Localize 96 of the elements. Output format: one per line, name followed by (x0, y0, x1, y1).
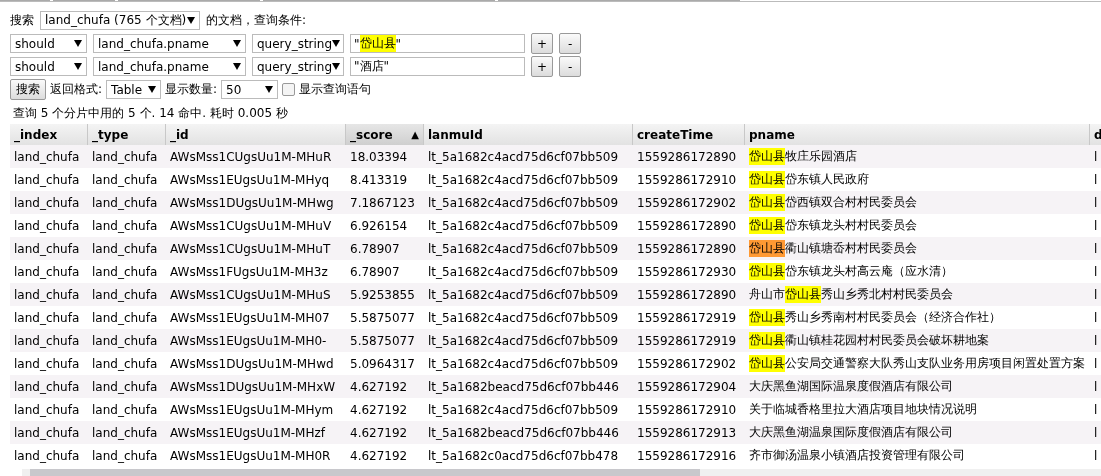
search-button[interactable]: 搜索 (10, 79, 46, 100)
table-cell: l (1090, 191, 1101, 214)
remove-button[interactable]: - (559, 33, 582, 54)
table-cell: l (1090, 237, 1101, 260)
table-cell: land_chufa (10, 329, 88, 352)
index-select[interactable]: land_chufa (765 个文档) (40, 11, 200, 30)
caret-icon (332, 63, 341, 70)
caret-icon (148, 86, 157, 93)
show-query-label: 显示查询语句 (299, 81, 372, 98)
add-button[interactable]: + (531, 56, 554, 77)
caret-icon (265, 86, 274, 93)
table-cell: land_chufa (10, 191, 88, 214)
table-cell: AWsMss1CUgsUu1M-MHuT (166, 237, 346, 260)
query-input[interactable]: "酒店" (350, 57, 525, 76)
table-cell: land_chufa (10, 283, 88, 306)
table-cell: 5.9253855 (346, 283, 424, 306)
table-cell: land_chufa (10, 375, 88, 398)
table-cell: AWsMss1EUgsUu1M-MHzf (166, 421, 346, 444)
table-cell: 岱山县牧庄乐园酒店 (745, 145, 1090, 168)
column-header[interactable]: pname (745, 124, 1090, 145)
table-cell: l (1090, 283, 1101, 306)
table-cell: lt_5a1682c4acd75d6cf07bb509 (424, 237, 633, 260)
table-cell: lt_5a1682beacd75d6cf07bb446 (424, 375, 633, 398)
column-header[interactable]: _index (10, 124, 88, 145)
table-cell: 7.1867123 (346, 191, 424, 214)
table-cell: 岱山县岱西镇双合村村民委员会 (745, 191, 1090, 214)
occur-select[interactable]: should (10, 34, 87, 53)
table-cell: 1559286172890 (633, 283, 745, 306)
table-cell: lt_5a1682c4acd75d6cf07bb509 (424, 329, 633, 352)
size-label: 显示数量: (165, 81, 218, 98)
table-cell: land_chufa (88, 191, 166, 214)
table-cell: 大庆黑鱼湖国际温泉度假酒店有限公司 (745, 375, 1090, 398)
table-cell: land_chufa (88, 145, 166, 168)
table-cell: l (1090, 421, 1101, 444)
table-cell: 1559286172904 (633, 375, 745, 398)
query-type-select[interactable]: query_string (252, 34, 344, 53)
table-cell: land_chufa (10, 237, 88, 260)
caret-icon (187, 17, 195, 24)
table-cell: land_chufa (88, 375, 166, 398)
table-cell: 4.627192 (346, 375, 424, 398)
table-cell: land_chufa (10, 145, 88, 168)
table-cell: AWsMss1DUgsUu1M-MHxW (166, 375, 346, 398)
table-cell: lt_5a1682c4acd75d6cf07bb509 (424, 191, 633, 214)
show-query-checkbox[interactable] (282, 83, 296, 96)
remove-button[interactable]: - (559, 56, 582, 77)
status-text: 查询 5 个分片中用的 5 个. 14 命中. 耗时 0.005 秒 (12, 105, 289, 122)
table-cell: land_chufa (88, 421, 166, 444)
table-cell: lt_5a1682c4acd75d6cf07bb509 (424, 145, 633, 168)
search-label: 搜索 (10, 12, 34, 29)
column-header[interactable]: _id (166, 124, 346, 145)
table-cell: land_chufa (88, 237, 166, 260)
column-header[interactable]: _score ▲ (346, 124, 424, 145)
table-cell: AWsMss1EUgsUu1M-MH0- (166, 329, 346, 352)
column-header[interactable]: _type (88, 124, 166, 145)
table-cell: 1559286172890 (633, 237, 745, 260)
format-select[interactable]: Table (106, 80, 162, 99)
column-header[interactable]: d (1090, 124, 1101, 145)
table-cell: 18.03394 (346, 145, 424, 168)
table-cell: lt_5a1682beacd75d6cf07bb446 (424, 421, 633, 444)
caret-icon (233, 40, 241, 47)
table-cell: l (1090, 329, 1101, 352)
table-cell: land_chufa (88, 283, 166, 306)
query-conditions-label: 的文档，查询条件: (206, 12, 307, 29)
table-cell: AWsMss1CUgsUu1M-MHuS (166, 283, 346, 306)
table-cell: 1559286172919 (633, 329, 745, 352)
table-cell: 岱山县衢山镇桂花园村村民委员会破坏耕地案 (745, 329, 1090, 352)
column-header[interactable]: createTime (633, 124, 745, 145)
table-cell: lt_5a1682c4acd75d6cf07bb509 (424, 283, 633, 306)
query-type-select[interactable]: query_string (252, 57, 344, 76)
table-cell: 5.5875077 (346, 329, 424, 352)
add-button[interactable]: + (531, 33, 554, 54)
occur-select[interactable]: should (10, 57, 87, 76)
table-cell: 1559286172890 (633, 145, 745, 168)
table-cell: 1559286172902 (633, 191, 745, 214)
table-cell: 1559286172913 (633, 421, 745, 444)
caret-icon (332, 40, 341, 47)
table-cell: land_chufa (10, 421, 88, 444)
table-cell: land_chufa (88, 329, 166, 352)
column-header[interactable]: lanmuId (424, 124, 633, 145)
size-select[interactable]: 50 (221, 80, 279, 99)
table-cell: AWsMss1CUgsUu1M-MHuR (166, 145, 346, 168)
query-input[interactable]: "岱山县" (350, 34, 525, 53)
table-cell: AWsMss1DUgsUu1M-MHwg (166, 191, 346, 214)
format-label: 返回格式: (50, 81, 103, 98)
caret-icon (74, 40, 82, 47)
table-cell: 大庆黑鱼湖温泉国际度假酒店有限公司 (745, 421, 1090, 444)
field-select[interactable]: land_chufa.pname (93, 34, 246, 53)
field-select[interactable]: land_chufa.pname (93, 57, 246, 76)
table-cell: l (1090, 145, 1101, 168)
caret-icon (74, 63, 82, 70)
table-cell: 舟山市岱山县秀山乡秀北村村民委员会 (745, 283, 1090, 306)
table-cell: l (1090, 375, 1101, 398)
table-cell: 岱山县衢山镇塘岙村村民委员会 (745, 237, 1090, 260)
table-cell: 6.78907 (346, 237, 424, 260)
table-cell: 4.627192 (346, 421, 424, 444)
caret-icon (233, 63, 241, 70)
